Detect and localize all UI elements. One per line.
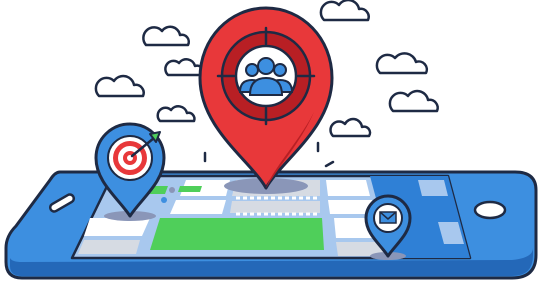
audience-pin-icon: [198, 6, 334, 190]
location-illustration: [4, 0, 538, 280]
cloud-icon: [329, 117, 372, 138]
cloud-icon: [94, 74, 145, 98]
home-button: [473, 200, 507, 220]
cloud-icon: [156, 105, 196, 123]
cloud-icon: [142, 25, 191, 47]
cloud-icon: [164, 58, 205, 77]
cloud-icon: [375, 52, 429, 75]
map-park: [150, 218, 324, 250]
cloud-icon: [388, 89, 439, 113]
cloud-icon: [319, 0, 370, 22]
